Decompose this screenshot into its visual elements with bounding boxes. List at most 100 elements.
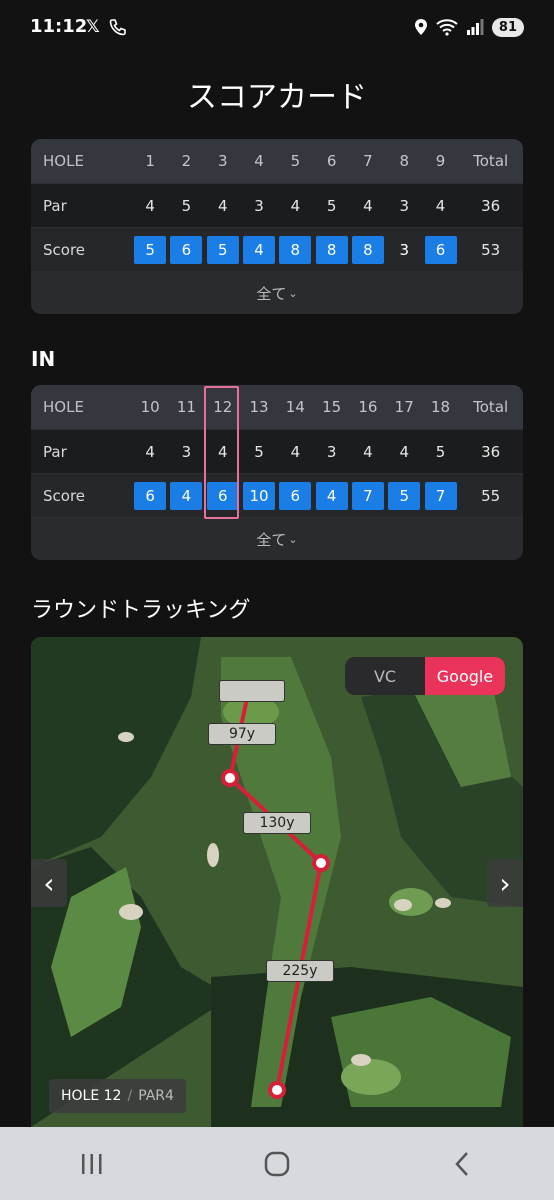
hole-number[interactable]: 17 (386, 398, 422, 416)
call-icon (109, 19, 126, 36)
back-button[interactable] (432, 1144, 492, 1184)
expand-all-button[interactable]: 全て ⌄ (31, 271, 523, 314)
x-app-icon: 𝕏 (86, 17, 100, 37)
wifi-icon (436, 19, 458, 36)
par-row: Par 4 3 4 5 4 3 4 4 5 36 (31, 429, 523, 473)
location-icon (414, 19, 427, 35)
battery-indicator: 81 (491, 17, 524, 37)
hole-number[interactable]: 11 (168, 398, 204, 416)
score-badge[interactable]: 6 (424, 235, 457, 264)
score-badge[interactable]: 4 (170, 481, 203, 510)
par-value: 4 (217, 442, 228, 461)
score-badge[interactable]: 6 (170, 235, 203, 264)
score-badge[interactable]: 4 (315, 481, 348, 510)
in-section-title: IN (31, 347, 56, 371)
hole-number[interactable]: 16 (350, 398, 386, 416)
par-value: 4 (363, 442, 373, 461)
satellite-map-image (31, 637, 523, 1127)
par-total: 36 (481, 196, 501, 215)
scorecard-in: HOLE 10 11 12 13 14 15 16 17 18 Total Pa… (31, 385, 523, 560)
total-label: Total (473, 152, 509, 170)
score-total: 53 (481, 240, 501, 259)
hole-number-label: HOLE 12 (61, 1088, 122, 1104)
status-bar: 11:12 𝕏 81 (0, 0, 554, 58)
next-hole-button[interactable]: › (487, 859, 523, 907)
score-badge[interactable]: 5 (388, 481, 421, 510)
distance-label: 97y (208, 723, 276, 745)
par-value: 5 (435, 442, 446, 461)
hole-number: 5 (290, 152, 301, 170)
chevron-down-icon: ⌄ (288, 286, 298, 300)
hole-number[interactable]: 13 (241, 398, 277, 416)
score-badge[interactable]: 8 (315, 235, 348, 264)
hole-number: 2 (181, 152, 192, 170)
score-badge[interactable]: 10 (243, 481, 276, 510)
distance-label: 130y (243, 812, 311, 834)
expand-all-label: 全て (256, 284, 287, 303)
hole-number: 9 (435, 152, 446, 170)
hole-number: 3 (217, 152, 228, 170)
recent-apps-button[interactable] (62, 1144, 122, 1184)
par-value: 3 (181, 442, 192, 461)
page-title: スコアカード (187, 80, 367, 115)
hole-info-chip: HOLE 12 / PAR4 (49, 1079, 186, 1113)
course-map[interactable]: 97y 130y 225y VC Google ‹ › HOLE 12 / PAR4 (31, 637, 523, 1127)
score-badge[interactable]: 4 (243, 235, 276, 264)
par-value: 4 (217, 196, 228, 215)
separator: / (127, 1088, 133, 1104)
status-icons: 81 (414, 15, 524, 39)
par-value: 4 (435, 196, 446, 215)
round-tracking-title: ラウンドトラッキング (31, 598, 251, 623)
previous-hole-button[interactable]: ‹ (31, 859, 67, 907)
score-badge[interactable]: 6 (134, 481, 167, 510)
hole-number: 8 (399, 152, 409, 170)
home-button[interactable] (247, 1144, 307, 1184)
hole-number[interactable]: 12 (205, 398, 241, 416)
status-time: 11:12 (30, 16, 88, 37)
total-label: Total (473, 398, 509, 416)
score-badge[interactable]: 6 (206, 481, 239, 510)
hole-number[interactable]: 18 (422, 398, 458, 416)
score-row: Score 6 4 6 10 6 4 7 5 7 55 (31, 473, 523, 517)
par-value: 5 (181, 196, 192, 215)
score-badge[interactable]: 3 (388, 236, 420, 264)
hole-number[interactable]: 10 (132, 398, 168, 416)
home-icon (264, 1151, 290, 1176)
back-icon (454, 1151, 468, 1176)
chevron-right-icon: › (499, 866, 511, 900)
par-value: 4 (290, 442, 301, 461)
hole-number: 1 (145, 152, 155, 170)
toggle-google[interactable]: Google (425, 657, 505, 695)
par-value: 4 (145, 442, 155, 461)
score-badge[interactable]: 7 (424, 481, 457, 510)
hole-header-row: HOLE 10 11 12 13 14 15 16 17 18 Total (31, 385, 523, 429)
hole-number: 6 (326, 152, 337, 170)
par-value: 3 (254, 196, 264, 215)
hole-number: 4 (254, 152, 264, 170)
par-label: Par (43, 442, 67, 461)
par-value: 4 (290, 196, 301, 215)
score-label: Score (43, 240, 86, 259)
toggle-vc[interactable]: VC (345, 657, 425, 695)
hole-number[interactable]: 15 (313, 398, 349, 416)
hole-number[interactable]: 14 (277, 398, 313, 416)
score-badge[interactable]: 6 (279, 481, 312, 510)
score-row: Score 5 6 5 4 8 8 8 3 6 53 (31, 227, 523, 271)
score-badge[interactable]: 7 (351, 481, 384, 510)
par-value: 4 (145, 196, 155, 215)
chevron-down-icon: ⌄ (288, 532, 298, 546)
chevron-left-icon: ‹ (43, 866, 55, 900)
score-badge[interactable]: 8 (279, 235, 312, 264)
expand-all-label: 全て (256, 530, 287, 549)
hole-par-label: PAR4 (138, 1088, 174, 1104)
hole-label: HOLE (43, 152, 84, 170)
score-badge[interactable]: 5 (206, 235, 239, 264)
score-badge[interactable]: 5 (134, 235, 167, 264)
par-value: 4 (363, 196, 373, 215)
recent-apps-icon (82, 1153, 102, 1174)
scorecard-out: HOLE 1 2 3 4 5 6 7 8 9 Total Par 4 5 4 3… (31, 139, 523, 314)
par-value: 4 (399, 442, 409, 461)
expand-all-button[interactable]: 全て ⌄ (31, 517, 523, 560)
score-label: Score (43, 486, 86, 505)
score-badge[interactable]: 8 (351, 235, 384, 264)
